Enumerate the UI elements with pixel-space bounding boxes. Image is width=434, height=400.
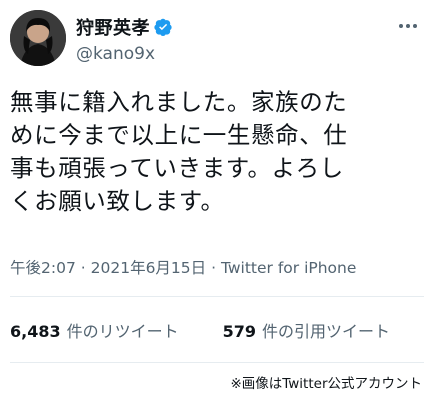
tweet-date[interactable]: 2021年6月15日 xyxy=(91,259,207,277)
retweets-count: 6,483 xyxy=(10,322,61,341)
retweets-label: 件のリツイート xyxy=(66,322,179,341)
tweet-time[interactable]: 午後2:07 xyxy=(10,259,76,277)
quotes-count: 579 xyxy=(222,322,257,341)
tweet-stats: 6,483 件のリツイート 579 件の引用ツイート xyxy=(10,318,424,342)
meta-separator: · xyxy=(211,259,217,277)
display-name-row: 狩野英孝 xyxy=(76,14,172,40)
quotes-stat[interactable]: 579 件の引用ツイート xyxy=(223,318,390,342)
quotes-label: 件の引用ツイート xyxy=(262,322,391,341)
image-credit: ※画像はTwitter公式アカウント xyxy=(230,376,422,392)
display-name[interactable]: 狩野英孝 xyxy=(76,14,150,40)
user-names: 狩野英孝 @kano9x xyxy=(76,14,172,64)
tweet-meta: 午後2:07 · 2021年6月15日 · Twitter for iPhone xyxy=(10,256,356,278)
verified-badge-icon xyxy=(154,18,172,36)
meta-separator: · xyxy=(80,259,86,277)
tweet-text: 無事に籍入れました。家族のた めに今まで以上に一生懸命、仕 事も頑張っていきます… xyxy=(10,88,348,215)
avatar[interactable] xyxy=(10,10,66,66)
user-handle[interactable]: @kano9x xyxy=(76,44,172,64)
divider xyxy=(10,362,424,363)
more-options-icon[interactable] xyxy=(396,16,420,36)
tweet: 狩野英孝 @kano9x 無事に籍入れました。家族のた めに今まで以上に一生懸命… xyxy=(0,0,434,400)
tweet-header: 狩野英孝 @kano9x xyxy=(10,10,424,70)
tweet-source[interactable]: Twitter for iPhone xyxy=(221,259,356,277)
retweets-stat[interactable]: 6,483 件のリツイート xyxy=(10,318,179,342)
divider xyxy=(10,296,424,297)
